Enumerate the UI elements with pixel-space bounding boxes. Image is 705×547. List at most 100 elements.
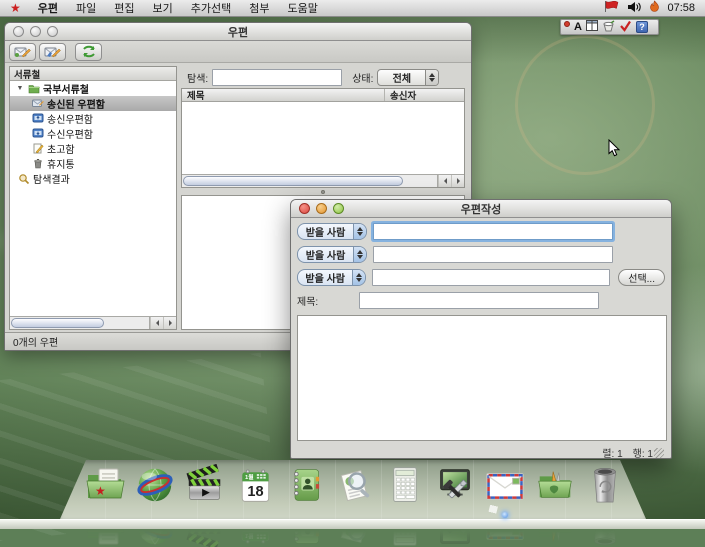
recipient-type-dropdown[interactable]: 받을 사람 bbox=[297, 269, 366, 286]
minimize-button[interactable] bbox=[316, 203, 327, 214]
outbox-icon bbox=[32, 113, 44, 125]
recipient-input[interactable] bbox=[373, 223, 613, 240]
menu-attach[interactable]: 첨부 bbox=[240, 0, 278, 16]
red-star-menu-icon[interactable]: ★ bbox=[6, 2, 29, 14]
compose-window-title: 우편작성 bbox=[291, 201, 671, 217]
recipient-type-dropdown[interactable]: 받을 사람 bbox=[297, 246, 367, 263]
file-manager-icon: ★ bbox=[83, 462, 127, 506]
mail-window-titlebar[interactable]: 우편 bbox=[5, 23, 471, 41]
mail-window-title: 우편 bbox=[5, 24, 471, 40]
draft-pencil-icon bbox=[32, 143, 44, 155]
magnifier-icon bbox=[18, 173, 30, 185]
tree-item-drafts[interactable]: 초고함 bbox=[10, 141, 176, 156]
menu-view[interactable]: 보기 bbox=[144, 0, 182, 16]
svg-text:★: ★ bbox=[95, 484, 106, 498]
minimize-button[interactable] bbox=[30, 26, 41, 37]
folder-tree: ▼ 국부서류철 송신된 우편함 송신우편함 수신우편함 bbox=[10, 81, 176, 316]
scroll-right-button[interactable] bbox=[451, 175, 464, 187]
sidebar-header[interactable]: 서류철 bbox=[10, 67, 176, 81]
recipient-type-dropdown[interactable]: 받을 사람 bbox=[297, 223, 367, 240]
close-button[interactable] bbox=[299, 203, 310, 214]
trash-icon bbox=[32, 158, 44, 170]
subject-input[interactable] bbox=[359, 292, 599, 309]
sidebar-horizontal-scrollbar[interactable] bbox=[10, 316, 176, 329]
bucket-icon[interactable] bbox=[602, 20, 615, 35]
menu-app[interactable]: 우편 bbox=[29, 0, 67, 16]
resize-grip[interactable] bbox=[654, 448, 664, 458]
media-player-clapperboard-icon bbox=[184, 464, 226, 506]
columns-icon[interactable] bbox=[586, 20, 598, 34]
tree-item-root-folder[interactable]: ▼ 국부서류철 bbox=[10, 81, 176, 96]
tree-item-label: 국부서류철 bbox=[43, 81, 89, 96]
clock: 07:58 bbox=[667, 2, 695, 14]
dock-bottom-strip bbox=[0, 519, 705, 529]
stepper-arrows-icon[interactable] bbox=[352, 270, 365, 285]
scrollbar-thumb[interactable] bbox=[11, 318, 104, 328]
close-button[interactable] bbox=[13, 26, 24, 37]
dock-item-mail[interactable] bbox=[482, 462, 528, 506]
scrollbar-thumb[interactable] bbox=[183, 176, 403, 186]
dock-item-calculator[interactable] bbox=[382, 462, 428, 506]
tree-item-inbox[interactable]: 수신우편함 bbox=[10, 126, 176, 141]
svg-text:1월: 1월 bbox=[245, 473, 254, 481]
speaker-volume-icon[interactable] bbox=[627, 1, 642, 16]
dock-item-address-book[interactable] bbox=[282, 462, 328, 506]
dock-item-document-viewer[interactable] bbox=[332, 462, 378, 506]
recipient-input[interactable] bbox=[373, 246, 613, 263]
scroll-left-button[interactable] bbox=[438, 175, 451, 187]
dock: ★ 1월 bbox=[0, 458, 705, 529]
column-header-subject[interactable]: 제목 bbox=[182, 89, 385, 101]
recipient-input[interactable] bbox=[372, 269, 610, 286]
pane-splitter[interactable] bbox=[181, 188, 465, 195]
search-input[interactable] bbox=[212, 69, 342, 86]
system-tools-icon bbox=[433, 464, 477, 506]
disclosure-triangle-icon[interactable]: ▼ bbox=[15, 85, 25, 92]
dock-item-system-tools[interactable] bbox=[432, 462, 478, 506]
tree-item-label: 수신우편함 bbox=[47, 126, 93, 141]
column-header-sender[interactable]: 송신자 bbox=[385, 89, 464, 101]
menu-extra[interactable]: 추가선택 bbox=[182, 0, 240, 16]
message-body-textarea[interactable] bbox=[297, 315, 667, 441]
tree-item-trash[interactable]: 휴지통 bbox=[10, 156, 176, 171]
status-filter-dropdown[interactable]: 전체 bbox=[377, 69, 439, 86]
dock-item-trash[interactable] bbox=[582, 462, 628, 506]
recipient-row: 받을 사람 bbox=[297, 223, 665, 240]
compose-mail-button[interactable] bbox=[9, 43, 36, 61]
message-list[interactable] bbox=[182, 102, 464, 174]
check-mail-button[interactable] bbox=[75, 43, 102, 61]
compose-window: 우편작성 받을 사람 받을 사람 받을 사람 선택... 제목: bbox=[290, 199, 672, 459]
dock-item-media-player[interactable] bbox=[182, 462, 228, 506]
tree-item-outbox[interactable]: 송신우편함 bbox=[10, 111, 176, 126]
close-icon[interactable] bbox=[564, 21, 570, 27]
tree-item-label: 탐색결과 bbox=[33, 171, 70, 186]
scroll-left-button[interactable] bbox=[150, 317, 163, 329]
zoom-button[interactable] bbox=[333, 203, 344, 214]
dock-item-utilities-folder[interactable] bbox=[532, 462, 578, 506]
dock-item-file-manager[interactable]: ★ bbox=[82, 462, 128, 506]
zoom-button[interactable] bbox=[47, 26, 58, 37]
stepper-arrows-icon[interactable] bbox=[353, 247, 366, 262]
flame-tray-icon[interactable] bbox=[649, 0, 660, 16]
scroll-right-button[interactable] bbox=[163, 317, 176, 329]
compose-window-titlebar[interactable]: 우편작성 bbox=[291, 200, 671, 218]
message-list-horizontal-scrollbar[interactable] bbox=[182, 174, 464, 187]
select-recipient-button[interactable]: 선택... bbox=[618, 269, 665, 286]
floating-toolbar[interactable]: A ? bbox=[560, 19, 659, 35]
stepper-arrows-icon[interactable] bbox=[425, 70, 438, 85]
reply-mail-button[interactable] bbox=[39, 43, 66, 61]
mail-envelope-icon bbox=[483, 466, 527, 506]
menu-help[interactable]: 도움말 bbox=[279, 0, 327, 16]
menu-edit[interactable]: 편집 bbox=[105, 0, 143, 16]
tree-item-search-results[interactable]: 탐색결과 bbox=[10, 171, 176, 186]
red-check-icon[interactable] bbox=[619, 20, 632, 35]
letter-a-icon[interactable]: A bbox=[574, 22, 582, 33]
mail-toolbar bbox=[5, 41, 471, 63]
menu-file[interactable]: 파일 bbox=[67, 0, 105, 16]
help-icon[interactable]: ? bbox=[636, 21, 648, 33]
flag-tray-icon[interactable] bbox=[603, 0, 620, 16]
stepper-arrows-icon[interactable] bbox=[353, 224, 366, 239]
tree-item-sent-mailbox[interactable]: 송신된 우편함 bbox=[10, 96, 176, 111]
recipient-type-value: 받을 사람 bbox=[298, 224, 353, 239]
dock-item-web-browser[interactable] bbox=[132, 462, 178, 506]
dock-item-calendar[interactable]: 1월 18 bbox=[232, 462, 278, 506]
